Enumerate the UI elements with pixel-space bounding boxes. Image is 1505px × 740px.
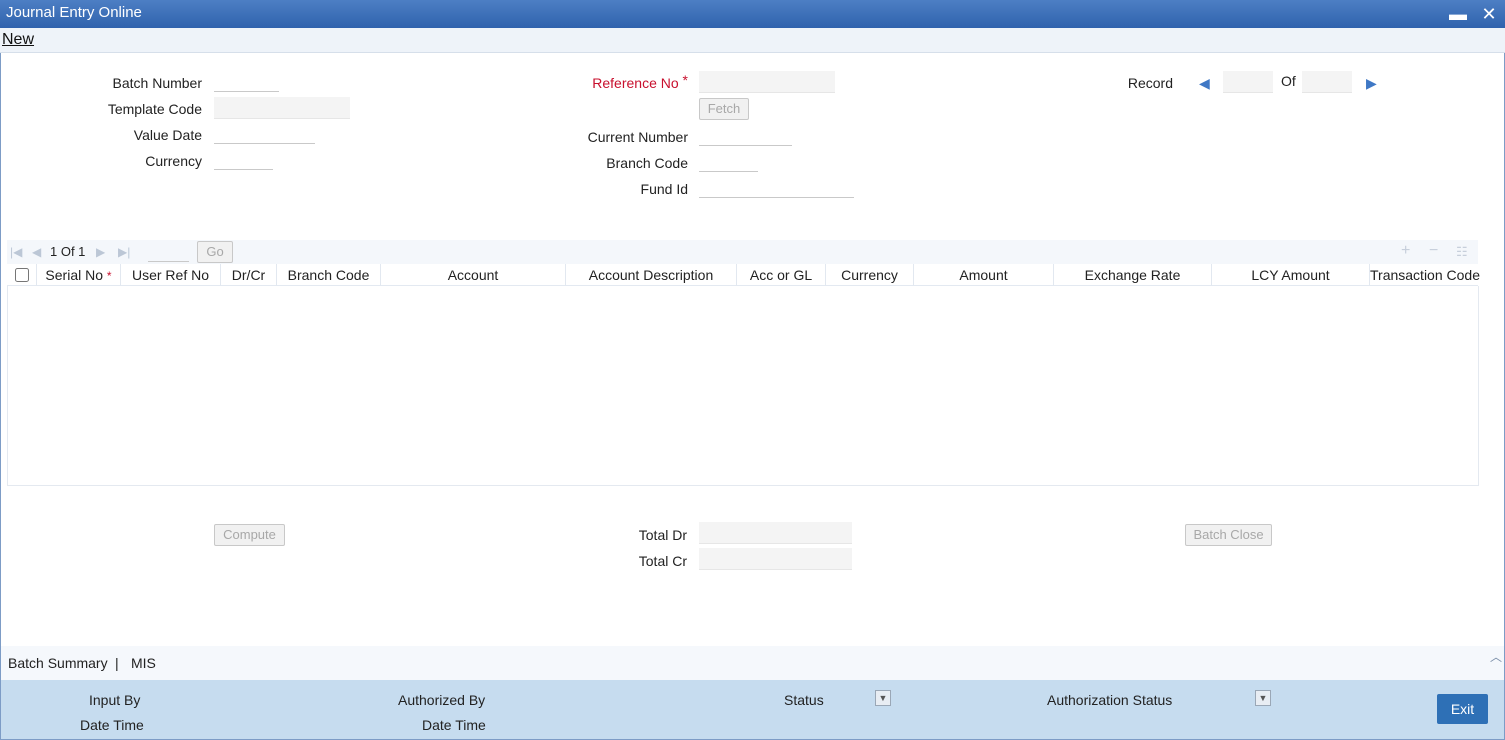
prev-page-icon[interactable]: ◀ bbox=[32, 245, 41, 259]
column-header-transaction-code[interactable]: Transaction Code bbox=[1370, 264, 1480, 286]
column-header-label: Serial No bbox=[45, 267, 104, 283]
template-code-input[interactable] bbox=[214, 97, 350, 119]
value-date-label: Value Date bbox=[133, 127, 202, 143]
column-header-exchange-rate[interactable]: Exchange Rate bbox=[1054, 264, 1212, 286]
new-link[interactable]: New bbox=[2, 31, 34, 49]
pager-text: 1 Of 1 bbox=[50, 244, 86, 259]
compute-button[interactable]: Compute bbox=[214, 524, 285, 546]
window-title: Journal Entry Online bbox=[6, 4, 142, 21]
link-separator: | bbox=[115, 655, 119, 671]
column-header-account-description[interactable]: Account Description bbox=[566, 264, 737, 286]
batch-number-label: Batch Number bbox=[112, 75, 202, 91]
column-header-amount[interactable]: Amount bbox=[914, 264, 1054, 286]
window-border-left bbox=[0, 28, 1, 740]
of-label: Of bbox=[1281, 73, 1296, 89]
menu-bar bbox=[0, 28, 1505, 53]
select-all-checkbox[interactable] bbox=[14, 268, 29, 282]
value-date-input[interactable] bbox=[214, 124, 315, 144]
total-dr-input[interactable] bbox=[699, 522, 852, 544]
prev-record-icon[interactable]: ◀ bbox=[1199, 75, 1210, 92]
column-header-lcy-amount[interactable]: LCY Amount bbox=[1212, 264, 1370, 286]
column-header-dr-cr[interactable]: Dr/Cr bbox=[221, 264, 277, 286]
dropdown-icon[interactable]: ▼ bbox=[1255, 690, 1271, 706]
authorized-date-time-label: Date Time bbox=[422, 717, 486, 733]
authorized-by-label: Authorized By bbox=[398, 692, 486, 708]
branch-code-input[interactable] bbox=[699, 152, 758, 172]
reference-no-input[interactable] bbox=[699, 71, 835, 93]
dropdown-icon[interactable]: ▼ bbox=[875, 690, 891, 706]
exit-button[interactable]: Exit bbox=[1437, 694, 1488, 724]
column-header-user-ref-no[interactable]: User Ref No bbox=[121, 264, 221, 286]
next-record-icon[interactable]: ▶ bbox=[1366, 75, 1377, 92]
column-header-currency[interactable]: Currency bbox=[826, 264, 914, 286]
template-code-label: Template Code bbox=[107, 101, 202, 117]
go-button[interactable]: Go bbox=[197, 241, 233, 263]
record-label: Record bbox=[1127, 75, 1173, 91]
summary-links-bar: Batch Summary | MIS ︿ bbox=[1, 646, 1504, 680]
reference-no-label: Reference No * bbox=[540, 72, 688, 91]
record-current-input[interactable] bbox=[1223, 71, 1273, 93]
select-all-cell bbox=[7, 264, 37, 286]
column-header-serial-no[interactable]: Serial No * bbox=[37, 264, 121, 286]
record-total-input[interactable] bbox=[1302, 71, 1352, 93]
total-dr-label: Total Dr bbox=[638, 527, 687, 543]
total-cr-input[interactable] bbox=[699, 548, 852, 570]
input-by-label: Input By bbox=[89, 692, 141, 708]
batch-close-button[interactable]: Batch Close bbox=[1185, 524, 1272, 546]
column-header-account[interactable]: Account bbox=[381, 264, 566, 286]
delete-row-icon[interactable]: − bbox=[1429, 242, 1438, 260]
current-number-label: Current Number bbox=[587, 129, 688, 145]
batch-number-input[interactable] bbox=[214, 72, 279, 92]
branch-code-label: Branch Code bbox=[606, 155, 688, 171]
minimize-icon[interactable]: ▬ bbox=[1447, 0, 1469, 28]
currency-input[interactable] bbox=[214, 150, 273, 170]
window-title-bar: Journal Entry Online bbox=[0, 0, 1505, 28]
required-marker: * bbox=[682, 72, 688, 88]
close-icon[interactable]: ✕ bbox=[1478, 0, 1500, 28]
grid-header: Serial No * User Ref No Dr/Cr Branch Cod… bbox=[7, 264, 1480, 286]
status-label: Status bbox=[784, 692, 824, 708]
mis-link[interactable]: MIS bbox=[131, 655, 156, 671]
fund-id-label: Fund Id bbox=[640, 181, 688, 197]
currency-label: Currency bbox=[145, 153, 202, 169]
last-page-icon[interactable]: ▶| bbox=[118, 245, 130, 259]
current-number-input[interactable] bbox=[699, 126, 792, 146]
add-row-icon[interactable]: + bbox=[1401, 242, 1410, 260]
page-number-input[interactable] bbox=[148, 242, 189, 262]
grid-toolbar: |◀ ◀ 1 Of 1 ▶ ▶| Go + − ☷ bbox=[7, 240, 1478, 264]
single-view-icon[interactable]: ☷ bbox=[1456, 244, 1468, 260]
next-page-icon[interactable]: ▶ bbox=[96, 245, 105, 259]
authorization-status-label: Authorization Status bbox=[1047, 692, 1173, 708]
fund-id-input[interactable] bbox=[699, 178, 854, 198]
reference-no-label-text: Reference No bbox=[592, 75, 679, 91]
date-time-label: Date Time bbox=[80, 717, 144, 733]
first-page-icon[interactable]: |◀ bbox=[10, 245, 22, 259]
column-header-acc-or-gl[interactable]: Acc or GL bbox=[737, 264, 826, 286]
fetch-button[interactable]: Fetch bbox=[699, 98, 749, 120]
total-cr-label: Total Cr bbox=[638, 553, 687, 569]
required-marker: * bbox=[106, 269, 112, 283]
scroll-up-icon[interactable]: ︿ bbox=[1490, 648, 1502, 665]
audit-footer bbox=[1, 680, 1504, 739]
column-header-branch-code[interactable]: Branch Code bbox=[277, 264, 381, 286]
batch-summary-link[interactable]: Batch Summary bbox=[8, 655, 108, 671]
grid-body bbox=[7, 286, 1479, 486]
